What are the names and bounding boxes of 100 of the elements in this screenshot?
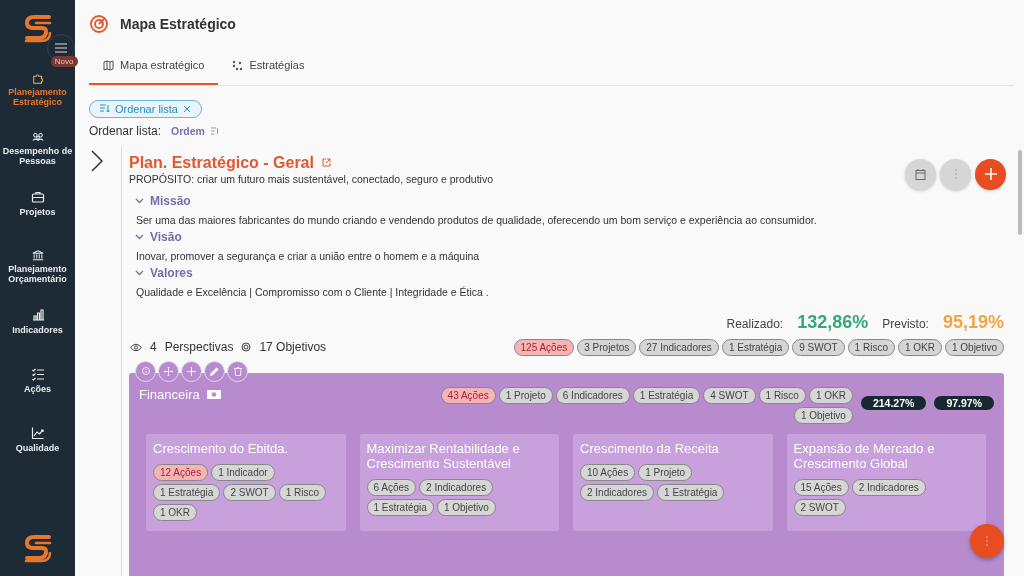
move-icon	[164, 366, 173, 376]
section-toggle[interactable]: Visão	[135, 229, 182, 244]
briefcase-icon	[30, 190, 45, 204]
chevron-down-icon	[135, 196, 144, 205]
realized-label: Realizado:	[726, 316, 784, 331]
close-icon	[183, 104, 191, 113]
add-button[interactable]	[181, 360, 202, 382]
plus-icon	[187, 366, 196, 376]
purpose-text: PROPÓSITO: criar um futuro mais sustentável, conectado, seguro e produtivo	[129, 172, 493, 185]
count-tag[interactable]: 1 Estratégia	[153, 483, 221, 501]
count-tag[interactable]: 1 OKR	[897, 338, 942, 356]
sort-value-link[interactable]: Ordem	[171, 124, 205, 137]
objective-title: Expansão de Mercado e Crescimento Global	[793, 440, 936, 471]
chevron-right-icon	[91, 149, 103, 172]
external-link-icon[interactable]	[321, 158, 331, 167]
target-icon	[241, 342, 252, 352]
count-tag[interactable]: 1 Objetivo	[436, 498, 496, 516]
count-tag[interactable]: 9 SWOT	[792, 338, 845, 356]
nav-item[interactable]: Desempenho de Pessoas	[1, 131, 74, 166]
objective-card[interactable]: Maximizar Rentabilidade e Crescimento Sustentável 6 Ações 2 Indicadores 1 Estratégia 1 Objetivo	[359, 433, 559, 531]
chevron-down-icon	[135, 268, 144, 277]
count-tag[interactable]: 1 Estratégia	[657, 483, 725, 501]
count-tag[interactable]: 27 Indicadores	[639, 338, 719, 356]
realized-value: 132,86%	[797, 311, 869, 333]
count-tag[interactable]: 6 Ações	[366, 478, 417, 496]
delete-button[interactable]	[227, 360, 248, 382]
count-tag[interactable]: 3 Projetos	[577, 338, 637, 356]
info-icon	[141, 367, 150, 375]
sort-icon	[100, 104, 110, 113]
section-toggle[interactable]: Missão	[135, 193, 191, 208]
banknote-icon	[206, 389, 221, 399]
people-icon	[30, 131, 45, 143]
objectives-count: 17 Objetivos	[259, 340, 327, 354]
objective-title: Crescimento do Ebitda.	[153, 440, 290, 456]
section-toggle[interactable]: Valores	[135, 265, 193, 280]
edit-button[interactable]	[204, 360, 225, 382]
count-tag[interactable]: 1 Estratégia	[366, 498, 434, 516]
sort-label: Ordenar lista:	[89, 123, 162, 138]
objective-card[interactable]: Expansão de Mercado e Crescimento Global 15 Ações 2 Indicadores 2 SWOT	[786, 433, 986, 531]
forecast-label: Previsto:	[882, 316, 929, 331]
count-tag[interactable]: 43 Ações	[440, 386, 496, 404]
map-icon	[103, 59, 114, 71]
count-tag[interactable]: 10 Ações	[580, 463, 636, 481]
count-tag[interactable]: 1 Risco	[847, 338, 895, 356]
forecast-badge: 97.97%	[934, 395, 994, 410]
nav-item[interactable]: Qualidade	[1, 426, 74, 461]
count-tag[interactable]: 1 OKR	[808, 386, 853, 404]
count-tag[interactable]: 1 Projeto	[498, 386, 553, 404]
count-tag[interactable]: 1 Projeto	[638, 463, 693, 481]
nav-item[interactable]: Indicadores	[1, 308, 74, 343]
chevron-down-icon	[135, 232, 144, 241]
count-tag[interactable]: 1 Objetivo	[793, 406, 853, 424]
count-tag[interactable]: 2 SWOT	[223, 483, 276, 501]
count-tag[interactable]: 1 Risco	[758, 386, 806, 404]
forecast-value: 95,19%	[942, 311, 1004, 333]
plan-title[interactable]: Plan. Estratégico - Geral	[129, 153, 314, 172]
sort-filter-chip[interactable]: Ordenar lista	[89, 99, 202, 118]
page-title: Mapa Estratégico	[120, 16, 236, 32]
count-tag[interactable]: 1 Indicador	[211, 463, 275, 481]
count-tag[interactable]: 15 Ações	[793, 478, 849, 496]
plus-icon	[984, 168, 997, 180]
scrollbar-thumb[interactable]	[1018, 150, 1022, 235]
eye-icon	[130, 342, 142, 352]
nav-item[interactable]: Ações	[1, 367, 74, 402]
perspective-name: Financeira	[139, 386, 200, 402]
objective-card[interactable]: Crescimento do Ebitda. 12 Ações 1 Indicador 1 Estratégia 2 SWOT 1 Risco 1 OKR	[146, 433, 346, 531]
count-tag[interactable]: 1 Objetivo	[944, 338, 1004, 356]
count-tag[interactable]: 4 SWOT	[703, 386, 756, 404]
sort-icon	[210, 126, 219, 135]
nav-item[interactable]: Planejamento Orçamentário	[1, 249, 74, 284]
logo-icon	[22, 14, 53, 44]
tab[interactable]: Mapa estratégico	[89, 48, 219, 85]
count-tag[interactable]: 2 Indicadores	[580, 483, 655, 501]
count-tag[interactable]: 2 Indicadores	[851, 478, 926, 496]
move-button[interactable]	[158, 360, 179, 382]
info-button[interactable]	[135, 360, 156, 382]
puzzle-icon	[30, 72, 45, 84]
objective-card[interactable]: Crescimento da Receita 10 Ações 1 Projeto 2 Indicadores 1 Estratégia	[573, 433, 773, 531]
count-tag[interactable]: 1 Estratégia	[721, 338, 790, 356]
logo-icon	[22, 534, 53, 564]
bank-icon	[30, 249, 45, 261]
count-tag[interactable]: 1 Risco	[278, 483, 327, 501]
count-tag[interactable]: 1 OKR	[153, 503, 197, 521]
perspectives-count: 4	[150, 340, 157, 354]
nodes-icon	[232, 59, 244, 71]
tab[interactable]: Estratégias	[218, 48, 319, 85]
trend-chart-icon	[30, 426, 45, 440]
count-tag[interactable]: 2 Indicadores	[419, 478, 494, 496]
nav-item[interactable]: Planejamento Estratégico	[1, 72, 74, 107]
nav-item[interactable]: Projetos	[1, 190, 74, 225]
count-tag[interactable]: 6 Indicadores	[555, 386, 630, 404]
objective-title: Crescimento da Receita	[580, 440, 720, 456]
add-button[interactable]	[975, 158, 1006, 190]
count-tag[interactable]: 1 Estratégia	[632, 386, 701, 404]
count-tag[interactable]: 2 SWOT	[793, 498, 846, 516]
realized-badge: 214.27%	[860, 395, 927, 410]
count-tag[interactable]: 12 Ações	[153, 463, 209, 481]
perspectives-label: Perspectivas	[164, 340, 234, 354]
count-tag[interactable]: 125 Ações	[513, 338, 575, 356]
calendar-button[interactable]	[905, 158, 936, 190]
